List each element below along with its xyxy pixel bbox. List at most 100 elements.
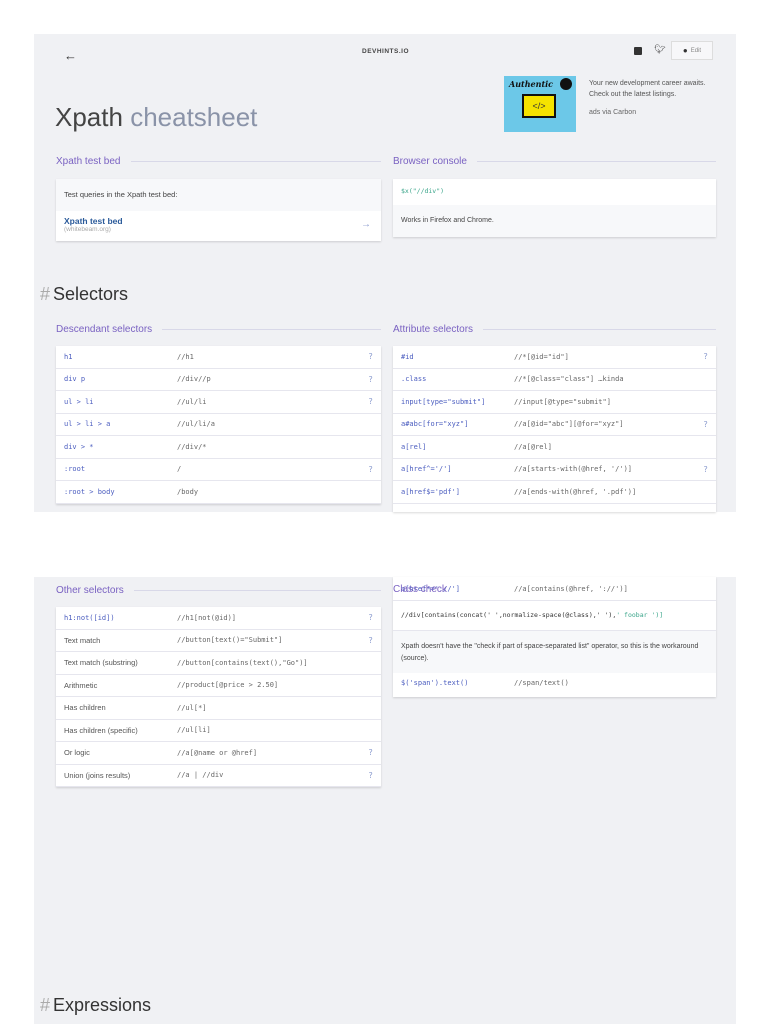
page-bottom: Other selectors h1:not([id]) //h1[not(@id… (34, 577, 736, 1024)
xpath-cell: //input[@type="submit"] (514, 397, 611, 406)
css-cell: Union (joins results) (64, 770, 131, 780)
table-row: input[type="submit"] //input[@type="submi… (393, 391, 716, 414)
table-row: Arithmetic //product[@price > 2.50] (56, 675, 381, 697)
css-cell: Arithmetic (64, 680, 98, 690)
arrow-right-icon[interactable]: → (361, 219, 371, 230)
help-link[interactable]: ? (368, 636, 373, 645)
testbed-card: Test queries in the Xpath test bed: Xpat… (56, 179, 381, 241)
table-row: div > * //div/* (56, 436, 381, 459)
badge-icon (560, 78, 572, 90)
help-link[interactable]: ? (703, 420, 708, 429)
table-row: Has children (specific) //ul[li] (56, 720, 381, 742)
table-row: a#abc[for="xyz"] //a[@id="abc"][@for="xyz… (393, 414, 716, 436)
css-cell: Has children (64, 703, 106, 713)
brand[interactable]: DEVHINTS.IO (362, 48, 409, 55)
xpath-cell: //h1[not(@id)] (177, 613, 237, 622)
xpath-cell: //a | //div (177, 771, 224, 780)
attribute-heading: Attribute selectors (393, 324, 716, 335)
help-link[interactable]: ? (703, 352, 708, 361)
xpath-cell: //button[contains(text(),"Go")] (177, 658, 308, 667)
css-cell: h1:not([id]) (64, 613, 115, 622)
css-cell: ul > li > a (64, 420, 111, 429)
xpath-cell: //ul[li] (177, 726, 211, 735)
code-icon: </> (522, 94, 556, 118)
table-row: ul > li > a //ul/li/a (56, 414, 381, 436)
table-row: a[href*='://']//a[contains(@href, '://')… (393, 577, 716, 601)
table-row: h1:not([id]) //h1[not(@id)]? (56, 607, 381, 630)
testbed-link[interactable]: Xpath test bed (whitebeam.org) → (56, 211, 381, 238)
help-link[interactable]: ? (368, 465, 373, 474)
table-row: Has children //ul[*] (56, 697, 381, 720)
title-sub: cheatsheet (130, 102, 258, 132)
table-row: .class //*[@class="class"] …kinda (393, 369, 716, 391)
page-title: Xpath cheatsheet (55, 102, 257, 133)
testbed-link-title[interactable]: Xpath test bed (64, 216, 373, 226)
xpath-cell: //*[@class="class"] …kinda (514, 375, 624, 384)
help-link[interactable]: ? (368, 771, 373, 780)
xpath-cell: //ul[*] (177, 703, 207, 712)
css-cell: div p (64, 375, 86, 384)
attribute-table: #id //*[@id="id"]? .class //*[@class="class… (393, 346, 716, 512)
css-cell: :root > body (64, 487, 115, 496)
classcheck-card: a[href*='://']//a[contains(@href, '://')… (393, 577, 716, 697)
table-row: a[href$='pdf'] //a[ends-with(@href, '.pdf… (393, 481, 716, 504)
descendant-heading: Descendant selectors (56, 324, 381, 335)
css-cell: Has children (specific) (64, 725, 138, 735)
table-row: ul > li //ul/li? (56, 391, 381, 414)
ad-via[interactable]: ads via Carbon (589, 109, 636, 116)
ad-image[interactable]: Authentic </> (504, 76, 576, 132)
table-row: a[href^='/'] //a[starts-with(@href, '/')]… (393, 459, 716, 481)
css-cell: Text match (substring) (64, 658, 138, 668)
xpath-cell: //a[@id="abc"][@for="xyz"] (514, 420, 624, 429)
css-cell: h1 (64, 352, 73, 361)
back-arrow-icon[interactable]: ← (64, 48, 77, 63)
ad-image-text: Authentic (509, 79, 554, 89)
testbed-domain: (whitebeam.org) (64, 226, 111, 233)
table-row: :root /? (56, 459, 381, 481)
xpath-cell: //ul/li/a (177, 420, 215, 429)
table-row: h1 //h1? (56, 346, 381, 369)
facebook-icon[interactable] (634, 47, 642, 55)
xpath-cell: //a[@rel] (514, 442, 552, 451)
css-cell: a[href^='/'] (401, 465, 452, 474)
expressions-heading: # Expressions (40, 995, 152, 1015)
xpath-cell: //product[@price > 2.50] (177, 681, 279, 690)
css-cell: :root (64, 465, 86, 474)
table-row: Text match //button[text()="Submit"]? (56, 630, 381, 652)
table-row: Or logic //a[@name or @href]? (56, 742, 381, 765)
xpath-cell: //div//p (177, 375, 211, 384)
testbed-heading: Xpath test bed (56, 156, 381, 167)
css-cell: input[type="submit"] (401, 397, 486, 406)
help-link[interactable]: ? (703, 465, 708, 474)
css-cell: $('span').text() (401, 679, 469, 687)
help-link[interactable]: ? (368, 748, 373, 757)
help-link[interactable]: ? (368, 613, 373, 622)
testbed-intro: Test queries in the Xpath test bed: (56, 179, 381, 211)
other-table: h1:not([id]) //h1[not(@id)]? Text match //b… (56, 607, 381, 787)
twitter-icon[interactable]: 🐦︎ (654, 44, 665, 55)
other-heading: Other selectors (56, 585, 381, 596)
xpath-cell: / (177, 465, 182, 474)
selectors-heading: # Selectors (40, 284, 129, 304)
css-cell: Text match (64, 635, 101, 645)
xpath-cell: //h1 (177, 352, 194, 361)
help-link[interactable]: ? (368, 397, 373, 406)
xpath-cell: //div/* (177, 442, 207, 451)
console-card: $x("//div") Works in Firefox and Chrome. (393, 179, 716, 237)
edit-button[interactable]: ● Edit (671, 41, 713, 60)
console-code: $x("//div") (401, 187, 445, 195)
github-icon: ● (682, 46, 688, 55)
table-row: Union (joins results) //a | //div? (56, 765, 381, 787)
css-cell: a[href$='pdf'] (401, 487, 461, 496)
css-cell: .class (401, 375, 427, 384)
help-link[interactable]: ? (368, 375, 373, 384)
xpath-cell: //a[@name or @href] (177, 748, 258, 757)
help-link[interactable]: ? (368, 352, 373, 361)
xpath-cell: //button[text()="Submit"] (177, 636, 283, 645)
ad-text[interactable]: Your new development career awaits. Chec… (589, 78, 719, 100)
css-cell: #id (401, 352, 414, 361)
xpath-cell: //a[ends-with(@href, '.pdf')] (514, 487, 637, 496)
table-row: Text match (substring) //button[contains(… (56, 652, 381, 675)
classcheck-code: //div[contains(concat(' ',normalize-spac… (393, 601, 716, 631)
xpath-cell: /body (177, 487, 199, 496)
